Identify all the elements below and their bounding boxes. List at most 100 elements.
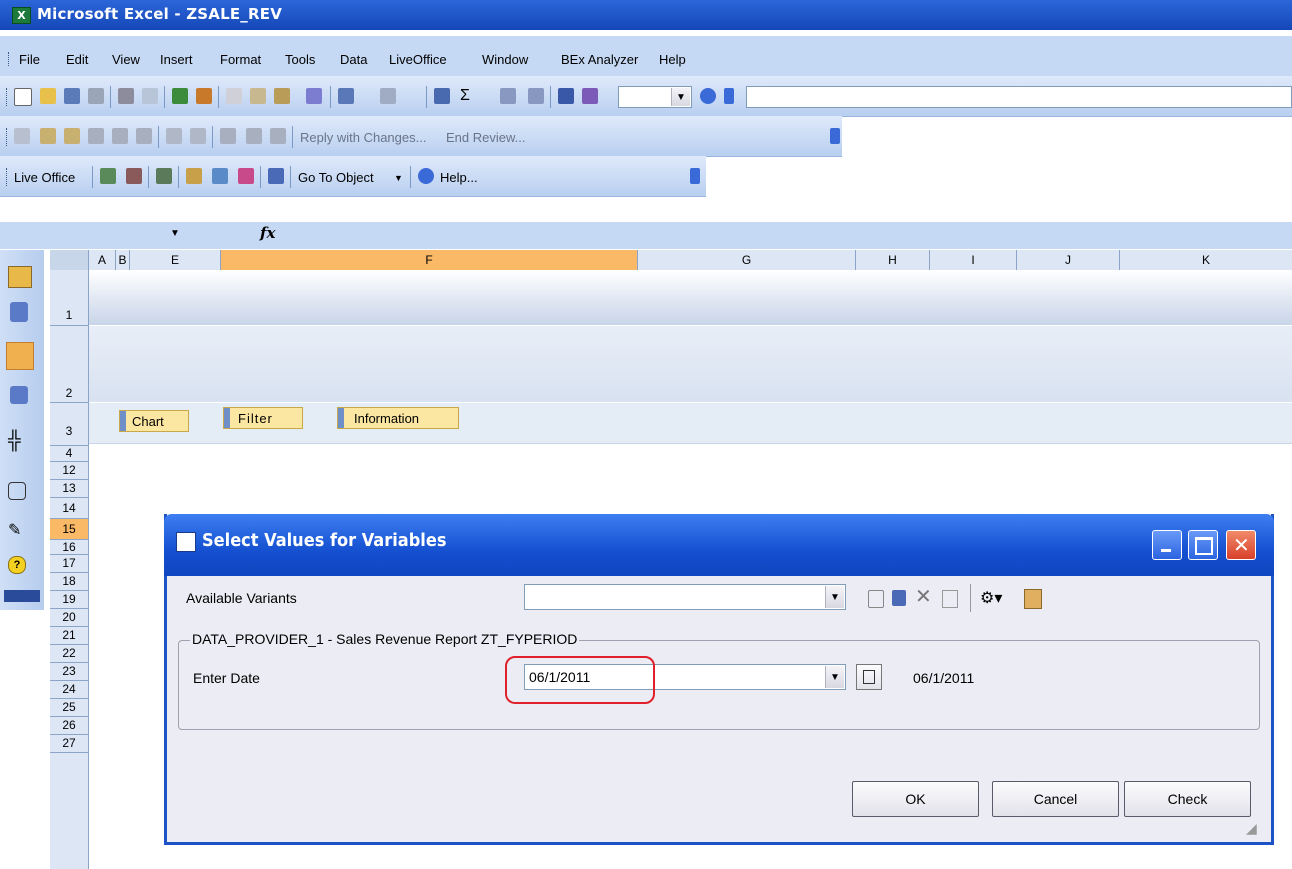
row-header[interactable]: 22 xyxy=(50,645,88,663)
drawing-icon[interactable] xyxy=(582,88,598,104)
menu-window[interactable]: Window xyxy=(482,52,528,67)
fx-icon[interactable]: fx xyxy=(260,224,275,242)
maximize-button[interactable] xyxy=(1188,530,1218,560)
research-icon[interactable] xyxy=(196,88,212,104)
cut-icon[interactable] xyxy=(226,88,242,104)
col-header-h[interactable]: H xyxy=(856,250,930,270)
row-header[interactable]: 25 xyxy=(50,699,88,717)
new-comment-icon[interactable] xyxy=(14,128,30,144)
menu-insert[interactable]: Insert xyxy=(160,52,193,67)
save-icon[interactable] xyxy=(64,88,80,104)
filter-button[interactable]: Filter xyxy=(223,407,303,429)
redo-icon[interactable] xyxy=(380,88,396,104)
variant-options-icon[interactable] xyxy=(1024,589,1042,609)
end-review[interactable]: End Review... xyxy=(446,130,526,145)
menu-data[interactable]: Data xyxy=(340,52,367,67)
system-info-icon[interactable]: ✎ xyxy=(8,520,21,540)
save-to-repository-icon[interactable] xyxy=(212,168,228,184)
col-header-i[interactable]: I xyxy=(930,250,1017,270)
value-help-button[interactable] xyxy=(856,664,882,690)
print-preview-icon[interactable] xyxy=(142,88,158,104)
chart-button[interactable]: Chart xyxy=(119,410,189,432)
delete-comment-icon[interactable] xyxy=(136,128,152,144)
row-header[interactable]: 2 xyxy=(50,326,88,403)
row-header[interactable]: 21 xyxy=(50,627,88,645)
menu-tools[interactable]: Tools xyxy=(285,52,315,67)
save-variant-as-icon[interactable] xyxy=(892,590,906,606)
save-workbook-icon[interactable] xyxy=(10,302,28,322)
sheet-protect-icon[interactable] xyxy=(246,128,262,144)
row-header[interactable]: 3 xyxy=(50,403,88,446)
open-icon[interactable] xyxy=(186,168,202,184)
autosum-icon[interactable]: Σ xyxy=(460,88,476,104)
row-header[interactable]: 20 xyxy=(50,609,88,627)
save-variant-icon[interactable] xyxy=(868,590,884,608)
open-query-icon[interactable] xyxy=(8,266,32,288)
resize-grip-icon[interactable]: ◢ xyxy=(1246,820,1257,837)
toolbar-options-icon[interactable] xyxy=(4,590,40,602)
minimize-button[interactable] xyxy=(1152,530,1182,560)
help-icon[interactable] xyxy=(418,168,434,184)
col-header-a[interactable]: A xyxy=(89,250,116,270)
chart-wizard-icon[interactable] xyxy=(558,88,574,104)
ok-button[interactable]: OK xyxy=(852,781,979,817)
row-header[interactable]: 4 xyxy=(50,446,88,462)
row-header[interactable]: 14 xyxy=(50,498,88,519)
row-header[interactable]: 16 xyxy=(50,540,88,555)
row-header[interactable]: 18 xyxy=(50,573,88,591)
row-header[interactable]: 13 xyxy=(50,480,88,498)
show-comment-icon[interactable] xyxy=(88,128,104,144)
chevron-down-icon[interactable]: ▼ xyxy=(825,666,844,688)
previous-comment-icon[interactable] xyxy=(40,128,56,144)
select-all-corner[interactable] xyxy=(50,250,89,271)
help-icon[interactable] xyxy=(700,88,716,104)
spelling-icon[interactable] xyxy=(172,88,188,104)
toolbar-grip[interactable] xyxy=(6,88,10,106)
save-as-icon[interactable] xyxy=(238,168,254,184)
row-header[interactable]: 23 xyxy=(50,663,88,681)
sort-descending-icon[interactable] xyxy=(528,88,544,104)
menu-file[interactable]: File xyxy=(19,52,40,67)
dialog-title-bar[interactable]: Select Values for Variables xyxy=(164,514,1274,576)
delete-variant-icon[interactable]: ✕ xyxy=(915,584,932,609)
help-icon[interactable]: ? xyxy=(8,556,26,574)
row-header[interactable]: 17 xyxy=(50,555,88,573)
permission-icon[interactable] xyxy=(88,88,104,104)
available-variants-combo[interactable]: ▼ xyxy=(524,584,846,610)
col-header-e[interactable]: E xyxy=(130,250,221,270)
chevron-down-icon[interactable]: ▼ xyxy=(825,586,844,608)
menu-liveoffice[interactable]: LiveOffice xyxy=(389,52,447,67)
print-icon[interactable] xyxy=(118,88,134,104)
ink-icon[interactable] xyxy=(190,128,206,144)
close-button[interactable]: ✕ xyxy=(1226,530,1256,560)
col-header-j[interactable]: J xyxy=(1017,250,1120,270)
check-button[interactable]: Check xyxy=(1124,781,1251,817)
row-header[interactable]: 24 xyxy=(50,681,88,699)
col-header-g[interactable]: G xyxy=(638,250,856,270)
tools-icon[interactable]: ╬ xyxy=(8,430,21,451)
menu-format[interactable]: Format xyxy=(220,52,261,67)
col-header-f[interactable]: F xyxy=(221,250,638,270)
copy-icon[interactable] xyxy=(250,88,266,104)
menu-grip[interactable] xyxy=(8,52,12,66)
menu-help[interactable]: Help xyxy=(659,52,686,67)
paste-icon[interactable] xyxy=(274,88,290,104)
toolbar-options-icon[interactable] xyxy=(830,128,840,144)
row-header[interactable]: 27 xyxy=(50,735,88,753)
global-settings-icon[interactable] xyxy=(8,482,26,500)
menu-view[interactable]: View xyxy=(112,52,140,67)
variant-attributes-icon[interactable] xyxy=(942,590,958,608)
chevron-down-icon[interactable]: ▼ xyxy=(394,173,403,183)
ask-question-box[interactable] xyxy=(746,86,1292,108)
personalize-icon[interactable]: ⚙▾ xyxy=(980,588,1002,608)
row-header[interactable]: 1 xyxy=(50,270,88,326)
format-painter-icon[interactable] xyxy=(306,88,322,104)
row-header[interactable]: 12 xyxy=(50,462,88,480)
menu-edit[interactable]: Edit xyxy=(66,52,88,67)
menu-bex-analyzer[interactable]: BEx Analyzer xyxy=(561,52,638,67)
change-variables-icon[interactable] xyxy=(10,386,28,404)
open-icon[interactable] xyxy=(40,88,56,104)
row-header[interactable]: 19 xyxy=(50,591,88,609)
toolbar-options-icon[interactable] xyxy=(724,88,734,104)
information-button[interactable]: Information xyxy=(337,407,459,429)
